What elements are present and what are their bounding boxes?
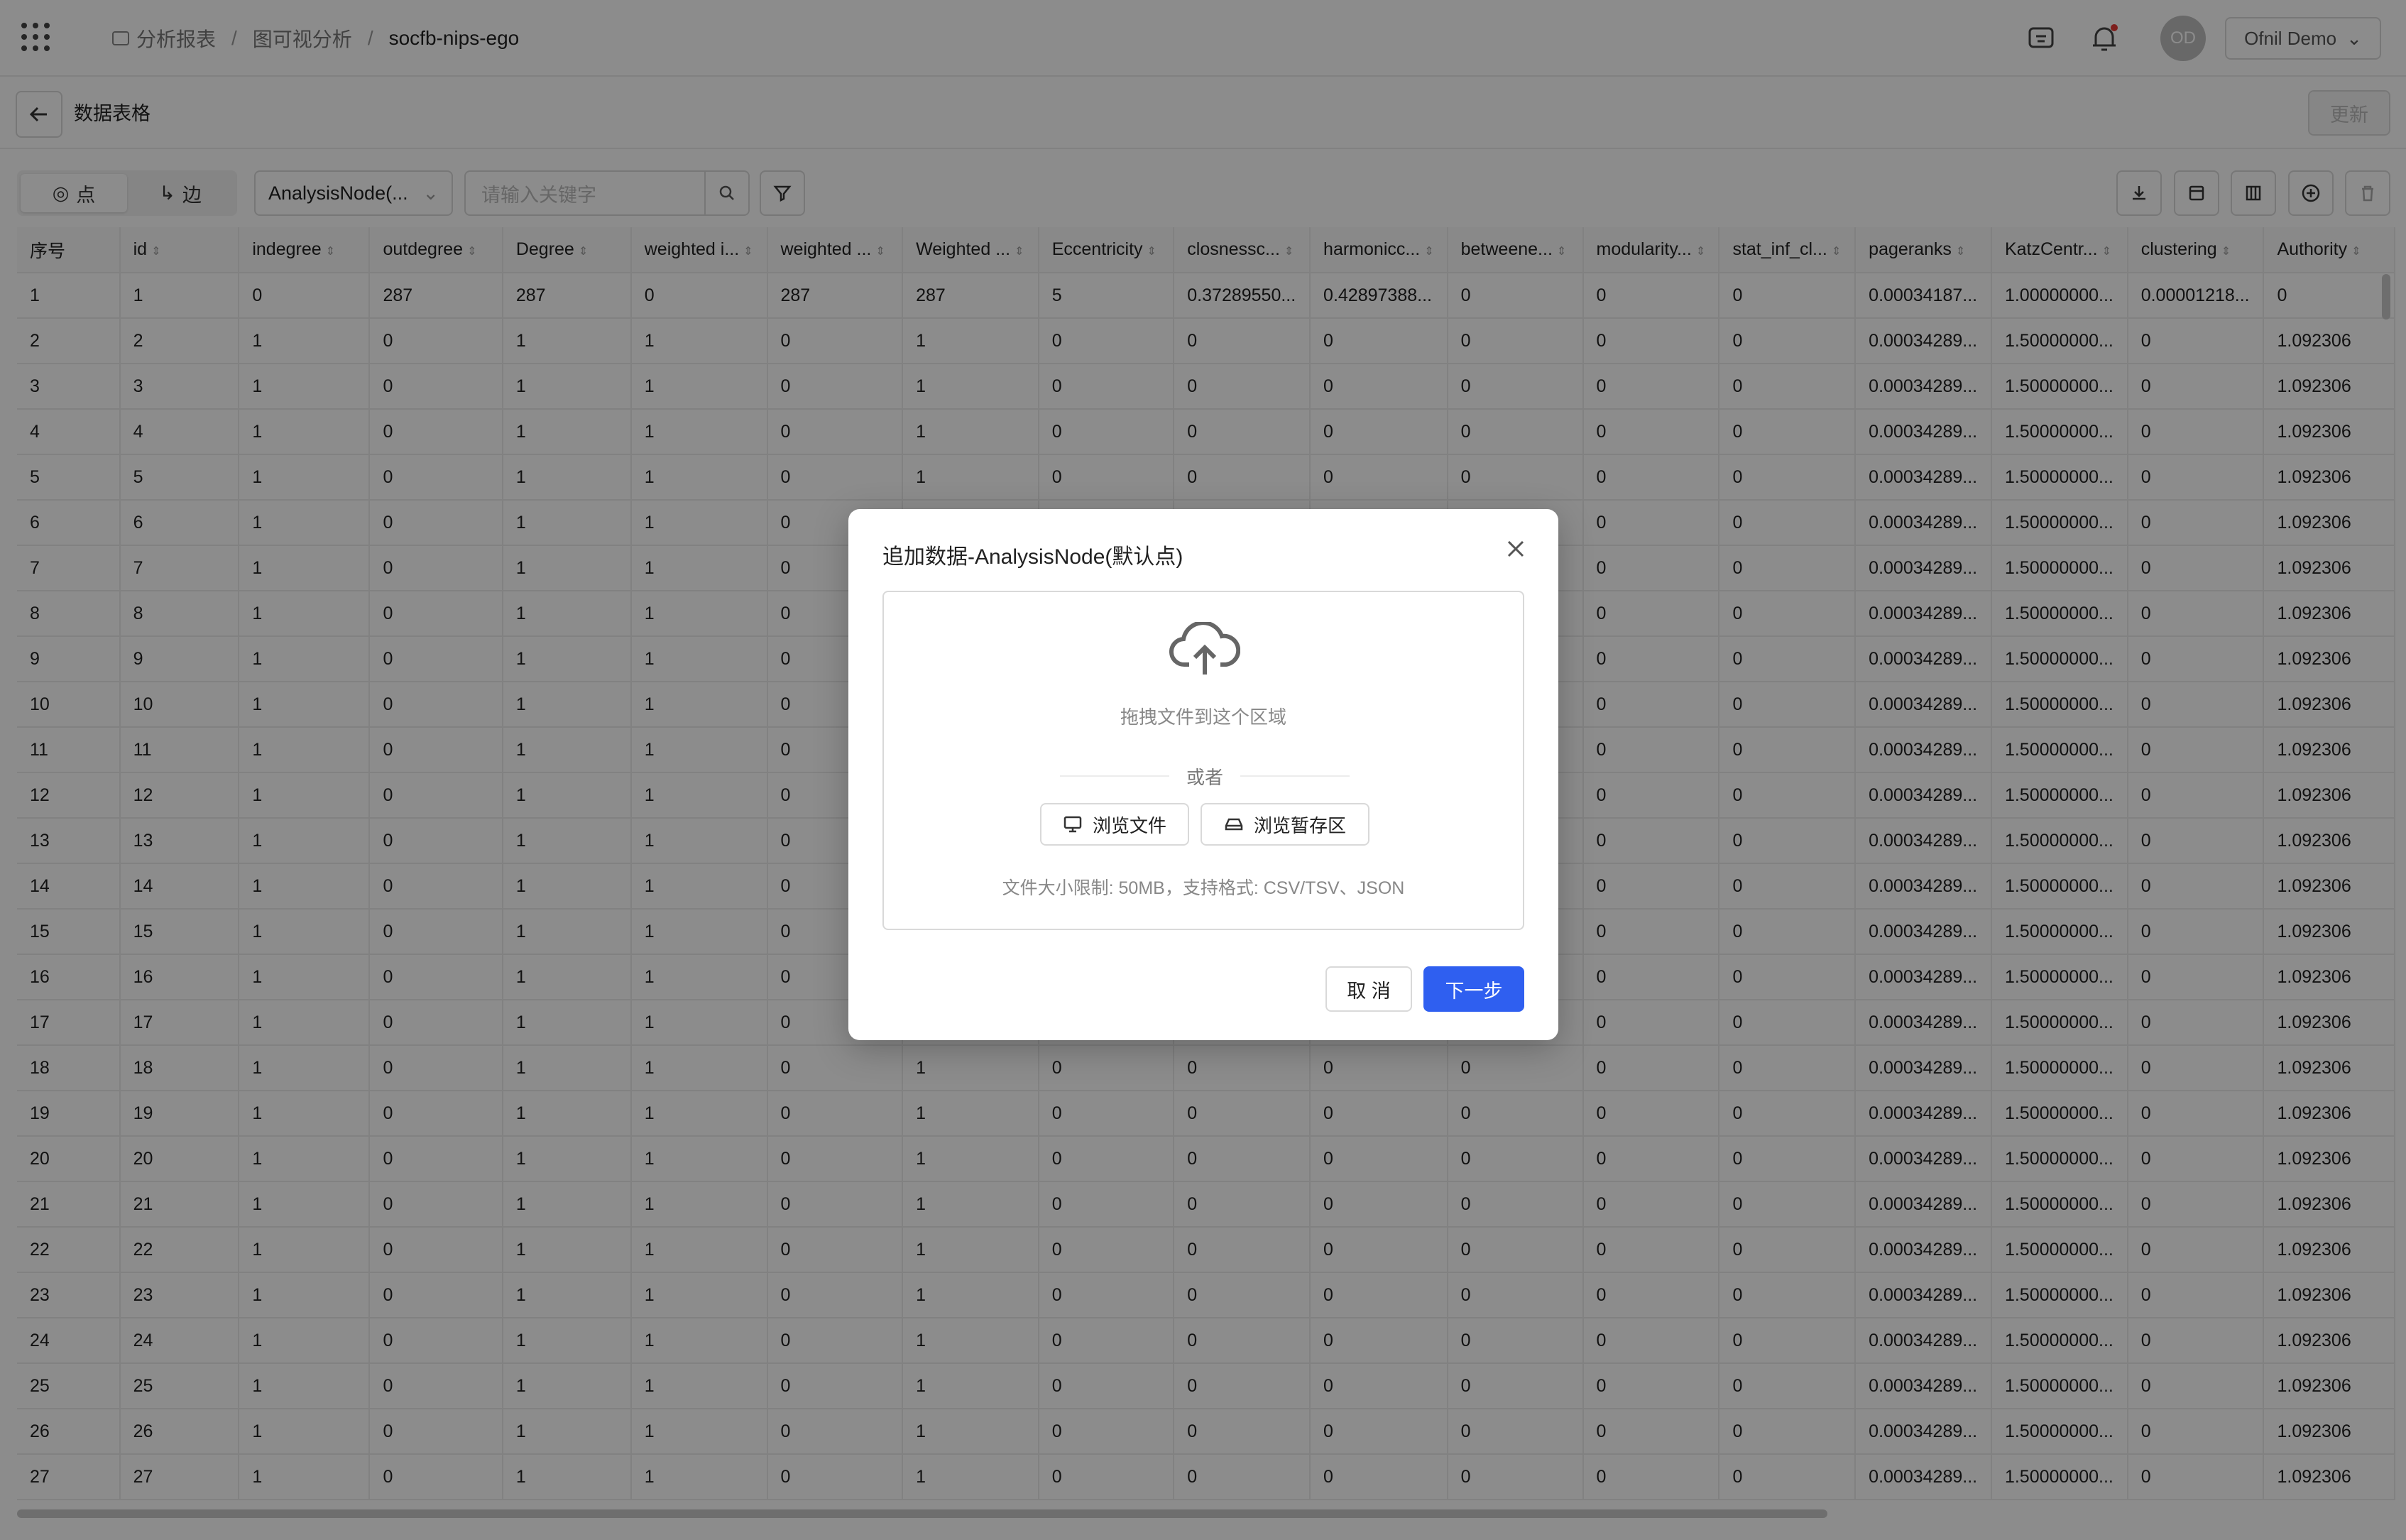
file-limit-hint: 文件大小限制: 50MB，支持格式: CSV/TSV、JSON	[1002, 878, 1405, 898]
cloud-upload-icon	[1169, 622, 1240, 675]
browse-staging-button[interactable]: 浏览暂存区	[1201, 803, 1369, 846]
drop-hint: 拖拽文件到这个区域	[1120, 706, 1286, 728]
cancel-button[interactable]: 取 消	[1325, 966, 1412, 1012]
browse-files-label: 浏览文件	[1092, 814, 1166, 836]
hard-drive-icon	[1225, 818, 1243, 831]
monitor-icon	[1063, 816, 1082, 833]
append-data-dialog: 追加数据-AnalysisNode(默认点) 拖拽文件到这个区域 或者 浏览文件…	[848, 509, 1558, 1040]
or-text: 或者	[1186, 766, 1224, 788]
browse-files-button[interactable]: 浏览文件	[1040, 803, 1189, 846]
or-divider: 或者	[1060, 764, 1350, 788]
file-drop-zone[interactable]: 拖拽文件到这个区域 或者 浏览文件 浏览暂存区 文件大小限制: 50MB，支持格…	[882, 591, 1524, 930]
next-step-button[interactable]: 下一步	[1423, 966, 1524, 1012]
browse-staging-label: 浏览暂存区	[1253, 814, 1346, 836]
close-icon[interactable]	[1502, 535, 1530, 563]
dialog-title: 追加数据-AnalysisNode(默认点)	[882, 545, 1183, 569]
